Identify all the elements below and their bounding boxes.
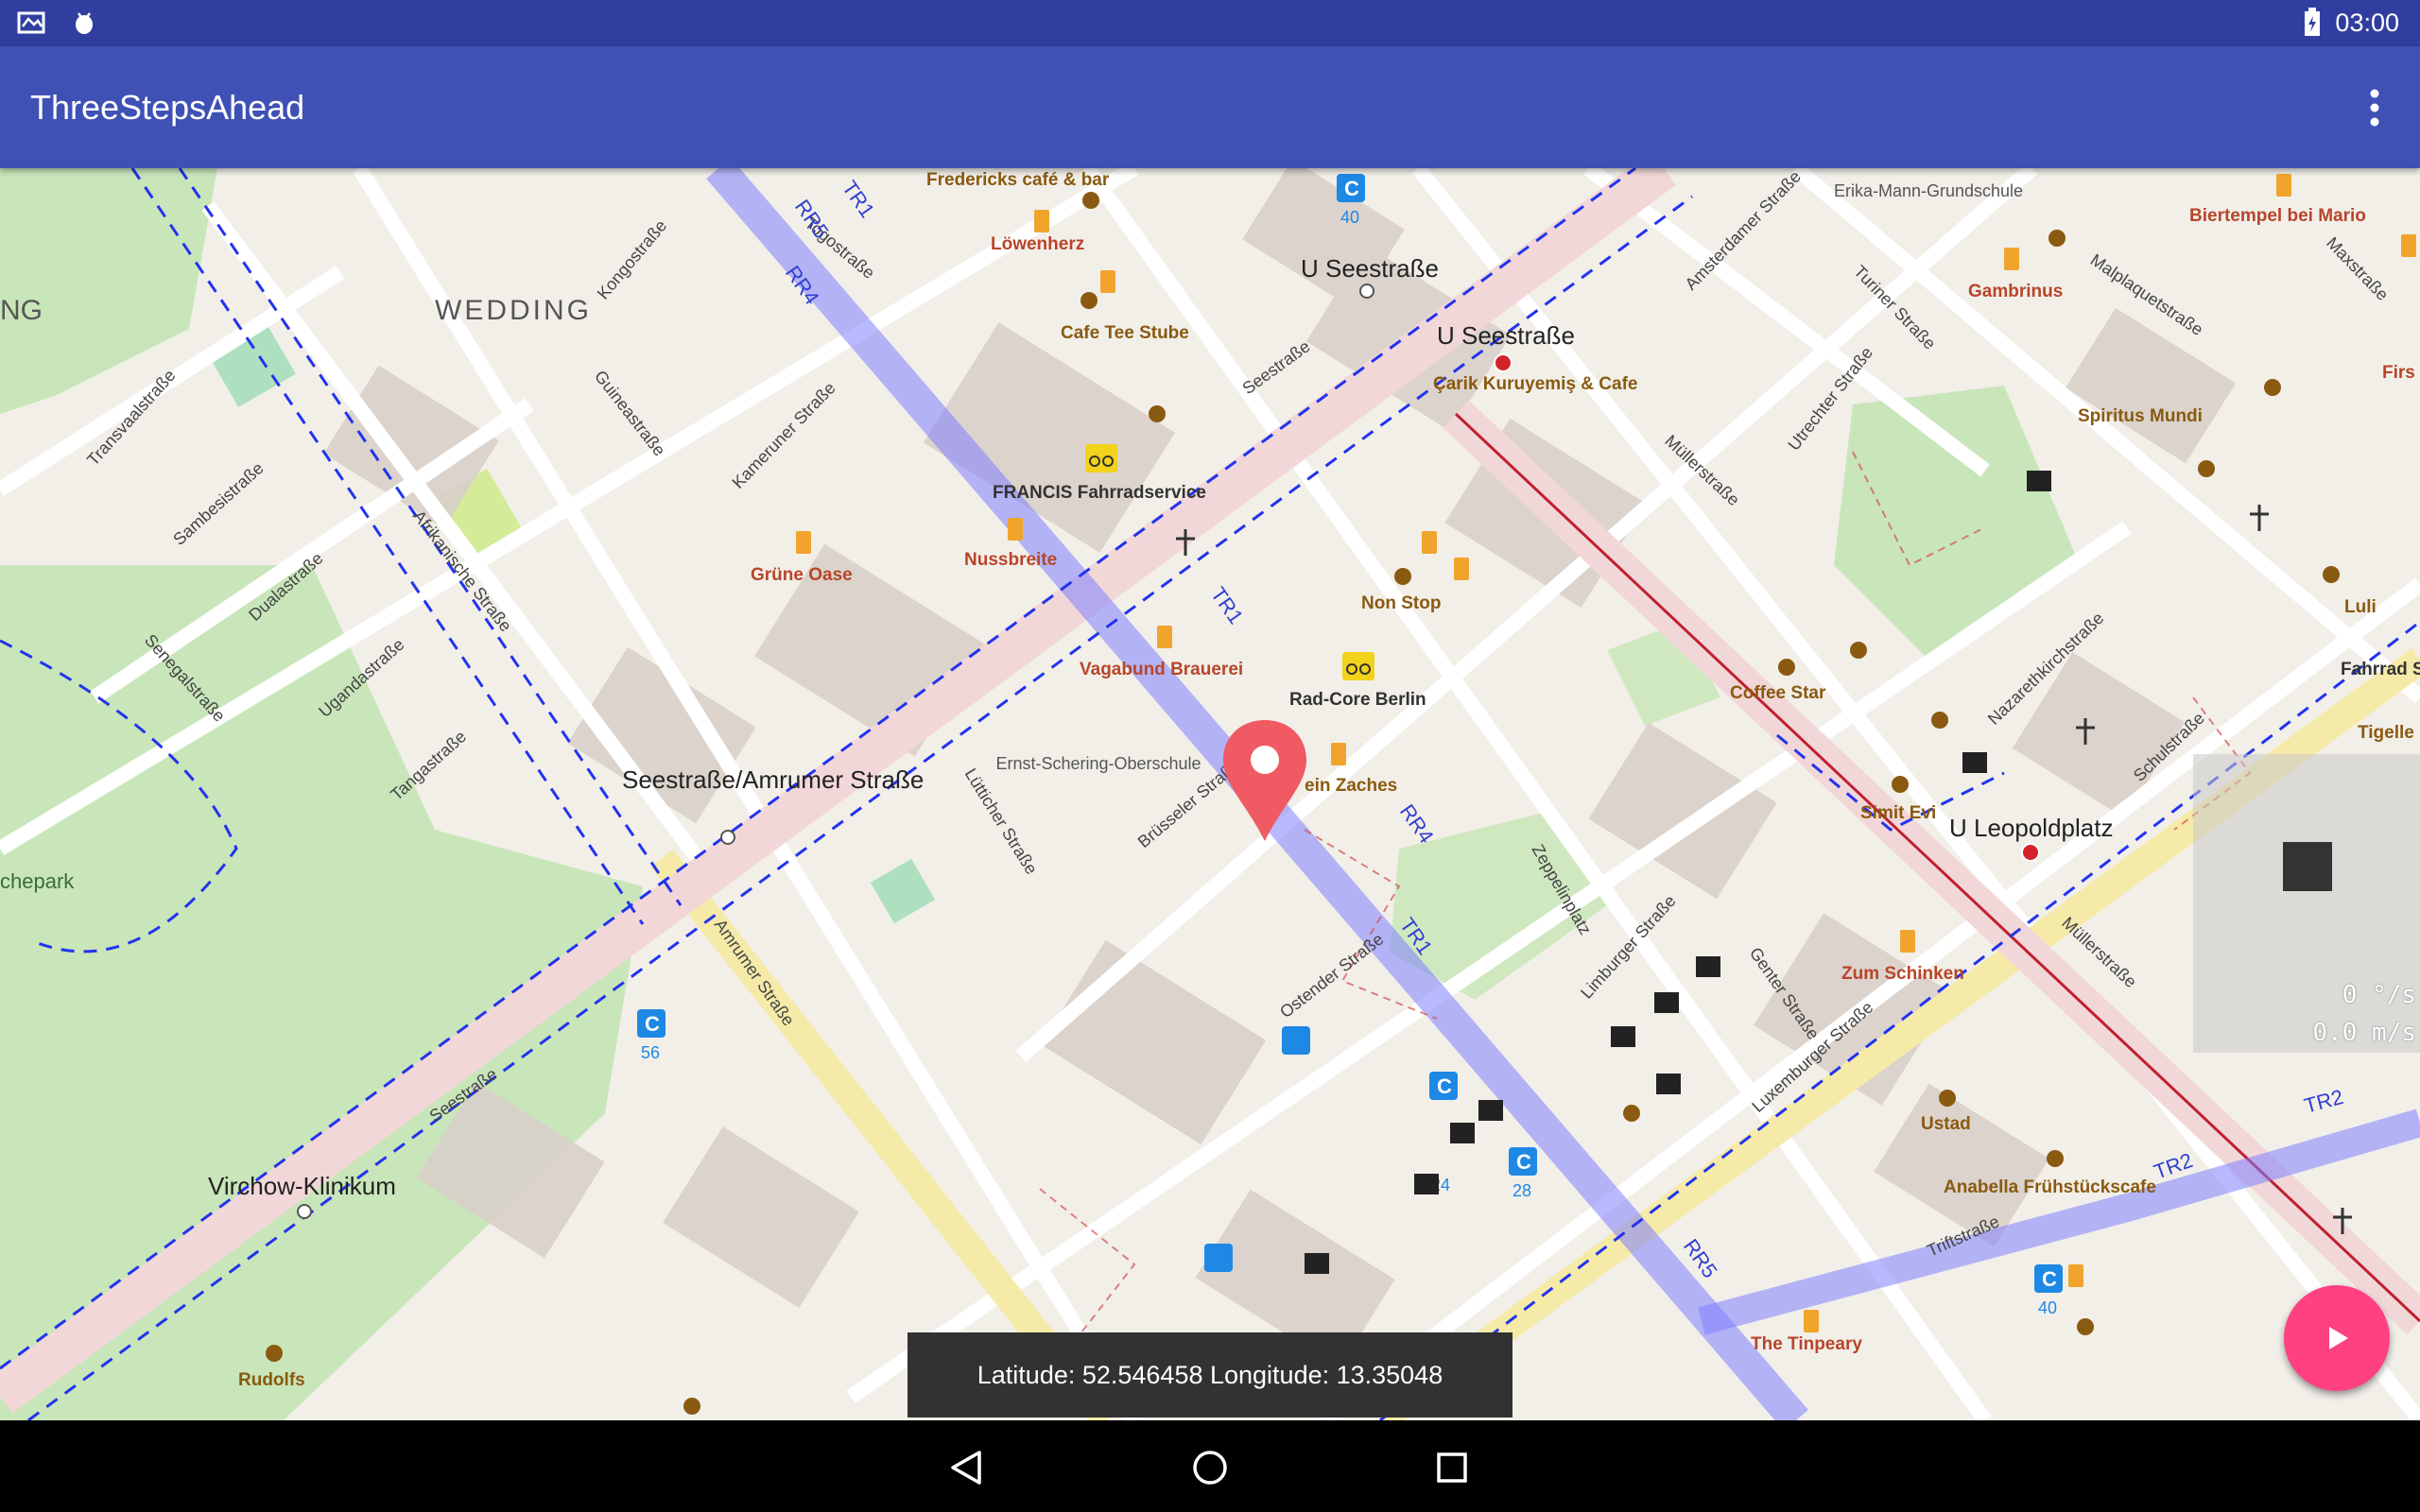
hotel-icon (1282, 1026, 1310, 1055)
street-label: Transvaalstraße (83, 366, 179, 470)
station-label: Seestraße/Amrumer Straße (622, 765, 924, 794)
poi-label: Löwenherz (991, 234, 1084, 254)
bus-stop-icon: C 28 (1509, 1147, 1537, 1200)
poi-label: Grüne Oase (751, 565, 853, 585)
play-button[interactable] (2284, 1285, 2390, 1391)
route-label: TR1 (838, 177, 879, 222)
street-label: Guineastraße (591, 367, 669, 459)
svg-text:40: 40 (1340, 208, 1359, 227)
poi-label: Çarik Kuruyemiş & Cafe (1433, 374, 1637, 394)
poi-label: Luli (2344, 597, 2377, 617)
street-label: Amrumer Straße (711, 916, 799, 1029)
clock-time: 03:00 (2335, 8, 2399, 37)
street-label: Sambesistraße (169, 458, 267, 549)
svg-text:40: 40 (2038, 1298, 2057, 1317)
map-canvas: WEDDING NG chepark U Seestraße U Seestra… (0, 168, 2420, 1420)
svg-text:56: 56 (641, 1043, 660, 1062)
poi-label: Rad-Core Berlin (1289, 690, 1426, 710)
poi-label: Spiritus Mundi (2078, 406, 2203, 426)
poi-label: Coffee Star (1730, 683, 1826, 703)
poi-label: The Tinpeary (1751, 1334, 1862, 1354)
toast-text: Latitude: 52.546458 Longitude: 13.35048 (977, 1360, 1443, 1389)
play-icon (2329, 1327, 2348, 1349)
bus-stop-icon: C 56 (637, 1009, 666, 1062)
poi-label: FRANCIS Fahrradservice (993, 483, 1206, 503)
station-label: Virchow-Klinikum (208, 1172, 396, 1200)
shelter-icon (1204, 1244, 1233, 1272)
poi-label: Non Stop (1361, 593, 1441, 613)
map-view[interactable]: WEDDING NG chepark U Seestraße U Seestra… (0, 168, 2420, 1420)
poi-label: Gambrinus (1968, 282, 2063, 301)
svg-text:C: C (2042, 1267, 2057, 1291)
park-area (1834, 386, 2080, 660)
street-label: Maxstraße (2323, 233, 2392, 304)
poi-label: Vagabund Brauerei (1080, 660, 1243, 679)
street-label: Ostender Straße (1276, 929, 1387, 1022)
school-label: Erika-Mann-Grundschule (1834, 181, 2023, 200)
poi-label: Tigelle (2358, 723, 2414, 743)
app-bar: ThreeStepsAhead (0, 46, 2420, 168)
poi-label: Simit Evi (1860, 803, 1936, 823)
poi-label: Biertempel bei Mario (2189, 206, 2366, 226)
poi-label: Zum Schinken (1841, 964, 1964, 984)
station-label: U Seestraße (1301, 254, 1439, 283)
stop-button[interactable] (2283, 842, 2332, 891)
tracking-overlay: 0 °/s 0.0 m/s (2193, 754, 2420, 1053)
location-toast: Latitude: 52.546458 Longitude: 13.35048 (908, 1332, 1512, 1418)
more-vert-icon[interactable] (2354, 84, 2395, 131)
svg-text:C: C (1344, 177, 1359, 200)
street-label: Amsterdamer Straße (1681, 168, 1804, 294)
battery-charging-icon (2305, 8, 2321, 36)
poi-label: Anabella Frühstückscafe (1944, 1177, 2156, 1197)
android-debug-icon (76, 12, 93, 34)
route-label: TR2 (2302, 1085, 2346, 1118)
bus-stop-icon: C (1429, 1072, 1458, 1100)
park-partial-label: chepark (0, 869, 75, 893)
poi-label: Nussbreite (964, 550, 1057, 570)
back-icon[interactable] (940, 1439, 996, 1496)
poi-label: Fahrrad S (2341, 660, 2420, 679)
street-label: Lütticher Straße (961, 765, 1042, 878)
recents-icon[interactable] (1424, 1439, 1480, 1496)
home-icon[interactable] (1182, 1439, 1238, 1496)
poi-label: Ustad (1921, 1114, 1971, 1134)
svg-text:C: C (1516, 1150, 1531, 1174)
linear-speed: 0.0 m/s (2312, 1019, 2416, 1047)
app-title: ThreeStepsAhead (30, 88, 305, 127)
status-bar: 03:00 (0, 0, 2420, 46)
svg-text:28: 28 (1512, 1181, 1531, 1200)
poi-label: Rudolfs (238, 1370, 305, 1390)
bus-stop-icon: C 40 (2034, 1264, 2063, 1317)
notification-icon (17, 11, 45, 34)
angular-speed: 0 °/s (2342, 981, 2416, 1009)
route-label: TR1 (1206, 583, 1248, 628)
poi-label: Fredericks café & bar (926, 170, 1110, 190)
svg-text:C: C (1437, 1074, 1452, 1098)
poi-label: Cafe Tee Stube (1061, 323, 1189, 343)
poi-label: ein Zaches (1305, 776, 1397, 796)
street-label: Seestraße (1239, 336, 1314, 398)
navigation-bar (0, 1420, 2420, 1512)
park-area (870, 858, 936, 924)
station-label: U Seestraße (1437, 321, 1575, 350)
district-partial-label: NG (0, 295, 43, 326)
poi-label: Firs (2382, 363, 2415, 383)
school-label: Ernst-Schering-Oberschule (995, 754, 1201, 773)
station-label: U Leopoldplatz (1949, 814, 2113, 842)
district-label: WEDDING (435, 295, 592, 326)
svg-text:C: C (645, 1012, 660, 1036)
street-label: Kongostraße (594, 216, 671, 303)
